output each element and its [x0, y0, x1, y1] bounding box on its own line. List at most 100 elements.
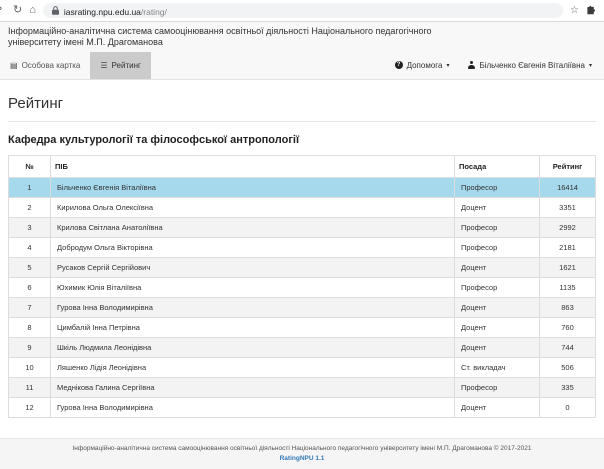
user-icon: [467, 61, 475, 69]
cell-num: 10: [9, 357, 51, 377]
cell-num: 12: [9, 397, 51, 417]
cell-rating: 0: [540, 397, 596, 417]
cell-position: Ст. викладач: [455, 357, 540, 377]
cell-num: 1: [9, 177, 51, 197]
user-menu-name: Більченко Євгенія Віталіївна: [479, 61, 585, 70]
rating-table: № ПІБ Посада Рейтинг 1Більченко Євгенія …: [8, 155, 596, 418]
table-header-row: № ПІБ Посада Рейтинг: [9, 155, 596, 177]
cell-rating: 2992: [540, 217, 596, 237]
cell-rating: 744: [540, 337, 596, 357]
cell-rating: 760: [540, 317, 596, 337]
cell-position: Доцент: [455, 337, 540, 357]
id-card-icon: ▤: [10, 61, 18, 70]
table-row: 8Цимбалій Інна ПетрівнаДоцент760: [9, 317, 596, 337]
reload-icon[interactable]: ↻: [13, 5, 22, 16]
table-row: 9Шкіль Людмила ЛеонідівнаДоцент744: [9, 337, 596, 357]
cell-position: Професор: [455, 277, 540, 297]
cell-rating: 1135: [540, 277, 596, 297]
cell-rating: 335: [540, 377, 596, 397]
back-icon[interactable]: ↩: [0, 5, 6, 16]
cell-position: Доцент: [455, 257, 540, 277]
cell-position: Доцент: [455, 197, 540, 217]
cell-position: Професор: [455, 177, 540, 197]
cell-name: Гурова Інна Володимирівна: [51, 297, 455, 317]
bookmark-star-icon[interactable]: ☆: [570, 5, 579, 16]
cell-rating: 2181: [540, 237, 596, 257]
navbar-right: ? Допомога ▾ Більченко Євгенія Віталіївн…: [395, 52, 604, 79]
cell-num: 6: [9, 277, 51, 297]
user-menu[interactable]: Більченко Євгенія Віталіївна ▾: [467, 61, 592, 70]
title-divider: [8, 121, 596, 122]
page-title: Рейтинг: [8, 95, 596, 112]
chevron-down-icon: ▾: [589, 62, 592, 69]
cell-num: 2: [9, 197, 51, 217]
tab-personal-card-label: Особова картка: [22, 61, 81, 70]
header-num: №: [9, 155, 51, 177]
header-rating: Рейтинг: [540, 155, 596, 177]
cell-num: 8: [9, 317, 51, 337]
list-icon: ☰: [100, 61, 107, 70]
table-row: 6Юхимик Юлія ВіталіївнаПрофесор1135: [9, 277, 596, 297]
cell-num: 4: [9, 237, 51, 257]
app-title: Інформаційно-аналітична система самооцін…: [0, 22, 475, 50]
cell-rating: 3351: [540, 197, 596, 217]
table-row: 5Русаков Сергій СергійовичДоцент1621: [9, 257, 596, 277]
cell-name: Цимбалій Інна Петрівна: [51, 317, 455, 337]
help-icon: ?: [395, 61, 403, 69]
cell-position: Професор: [455, 217, 540, 237]
cell-name: Гурова Інна Володимирівна: [51, 397, 455, 417]
table-row: 12Гурова Інна ВолодимирівнаДоцент0: [9, 397, 596, 417]
table-row: 11Меднікова Галина СергіївнаПрофесор335: [9, 377, 596, 397]
cell-num: 7: [9, 297, 51, 317]
cell-position: Професор: [455, 377, 540, 397]
cell-rating: 863: [540, 297, 596, 317]
cell-position: Доцент: [455, 397, 540, 417]
cell-position: Професор: [455, 237, 540, 257]
cell-num: 3: [9, 217, 51, 237]
table-row: 7Гурова Інна ВолодимирівнаДоцент863: [9, 297, 596, 317]
main-content: Рейтинг Кафедра культурології та філософ…: [0, 95, 604, 418]
cell-name: Добродум Ольга Вікторівна: [51, 237, 455, 257]
tab-personal-card[interactable]: ▤ Особова картка: [0, 52, 90, 79]
cell-num: 11: [9, 377, 51, 397]
home-icon[interactable]: ⌂: [29, 5, 36, 16]
table-row: 1Більченко Євгенія ВіталіївнаПрофесор164…: [9, 177, 596, 197]
chevron-down-icon: ▾: [446, 62, 449, 69]
cell-name: Більченко Євгенія Віталіївна: [51, 177, 455, 197]
browser-toolbar: ↩ ↻ ⌂ iasrating.npu.edu.ua/rating/ ☆: [0, 0, 604, 22]
url-host: iasrating.npu.edu.ua: [64, 7, 141, 17]
cell-rating: 16414: [540, 177, 596, 197]
page-header: Інформаційно-аналітична система самооцін…: [0, 22, 604, 80]
tab-rating[interactable]: ☰ Рейтинг: [90, 52, 151, 79]
cell-name: Кирилова Ольга Олексіївна: [51, 197, 455, 217]
page-footer: Інформаційно-аналітична система самооцін…: [0, 438, 604, 469]
address-bar[interactable]: iasrating.npu.edu.ua/rating/: [43, 3, 563, 18]
url-path: /rating/: [141, 7, 167, 17]
table-row: 2Кирилова Ольга ОлексіївнаДоцент3351: [9, 197, 596, 217]
table-row: 3Крилова Світлана АнатоліївнаПрофесор299…: [9, 217, 596, 237]
cell-name: Меднікова Галина Сергіївна: [51, 377, 455, 397]
table-row: 10Ляшенко Лідія ЛеонідівнаСт. викладач50…: [9, 357, 596, 377]
cell-position: Доцент: [455, 317, 540, 337]
cell-num: 5: [9, 257, 51, 277]
tab-rating-label: Рейтинг: [112, 61, 141, 70]
cell-name: Юхимик Юлія Віталіївна: [51, 277, 455, 297]
rating-table-body: 1Більченко Євгенія ВіталіївнаПрофесор164…: [9, 177, 596, 417]
cell-rating: 1621: [540, 257, 596, 277]
cell-name: Русаков Сергій Сергійович: [51, 257, 455, 277]
cell-name: Шкіль Людмила Леонідівна: [51, 337, 455, 357]
main-navbar: ▤ Особова картка ☰ Рейтинг ? Допомога ▾ …: [0, 52, 604, 79]
table-row: 4Добродум Ольга ВікторівнаПрофесор2181: [9, 237, 596, 257]
cell-position: Доцент: [455, 297, 540, 317]
lock-icon: [52, 6, 59, 15]
help-menu[interactable]: ? Допомога ▾: [395, 61, 450, 70]
version-link[interactable]: RatingNPU 1.1: [280, 455, 325, 462]
cell-name: Ляшенко Лідія Леонідівна: [51, 357, 455, 377]
cell-rating: 506: [540, 357, 596, 377]
extensions-icon[interactable]: [586, 2, 596, 20]
cell-name: Крилова Світлана Анатоліївна: [51, 217, 455, 237]
cell-num: 9: [9, 337, 51, 357]
department-title: Кафедра культурології та філософської ан…: [8, 134, 596, 146]
help-menu-label: Допомога: [407, 61, 443, 70]
header-name: ПІБ: [51, 155, 455, 177]
